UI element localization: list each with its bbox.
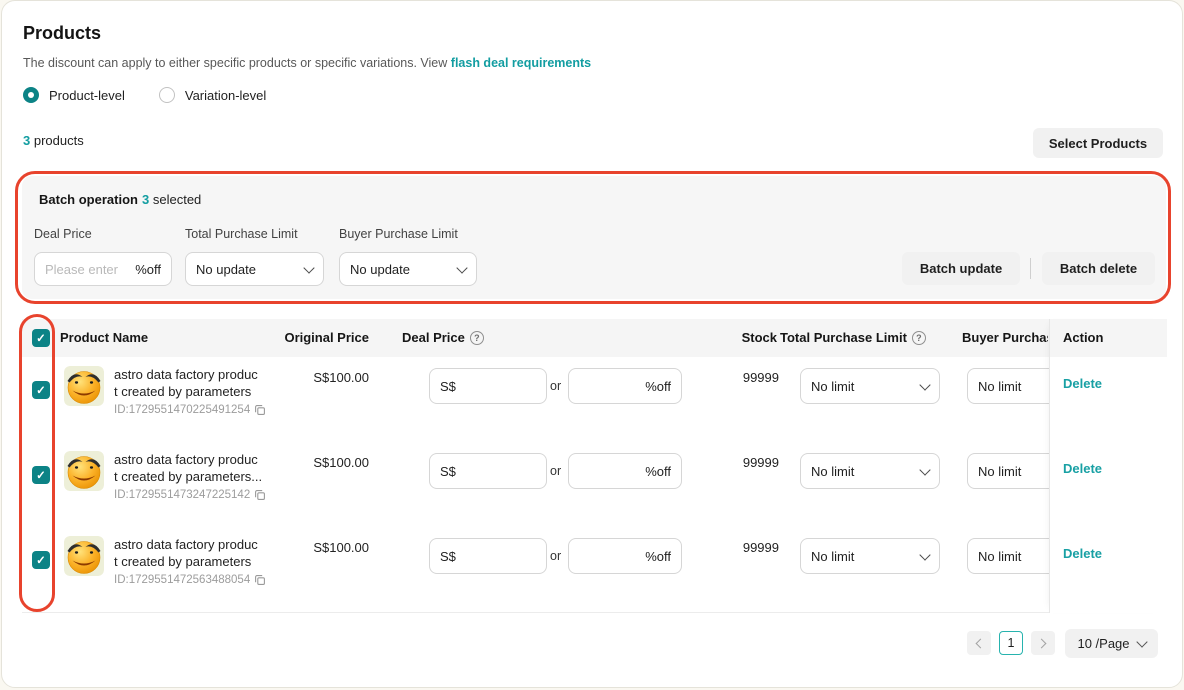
products-panel: Products The discount can apply to eithe…	[1, 0, 1183, 688]
batch-operation-title: Batch operation	[39, 192, 138, 207]
chevron-down-icon	[919, 464, 930, 475]
batch-deal-price-suffix: %off	[135, 262, 161, 277]
chevron-down-icon	[919, 379, 930, 390]
page-title: Products	[23, 23, 101, 44]
or-label: or	[550, 464, 561, 478]
product-level-radio[interactable]	[23, 87, 39, 103]
page-number-button[interactable]: 1	[999, 631, 1023, 655]
header-deal-price: Deal Price	[402, 330, 484, 345]
delete-row-button[interactable]: Delete	[1063, 461, 1102, 476]
flash-deal-requirements-link[interactable]: flash deal requirements	[451, 56, 591, 70]
deal-price-percent-input[interactable]	[579, 379, 641, 394]
help-icon[interactable]	[470, 331, 484, 345]
delete-row-button[interactable]: Delete	[1063, 546, 1102, 561]
action-column: Action Delete Delete Delete	[1049, 319, 1167, 613]
row-checkbox[interactable]	[32, 381, 50, 399]
original-price: S$100.00	[279, 455, 369, 470]
batch-deal-price-field: %off	[34, 252, 172, 286]
products-count-number: 3	[23, 133, 30, 148]
batch-delete-button[interactable]: Batch delete	[1042, 252, 1155, 285]
copy-icon[interactable]	[254, 404, 266, 416]
original-price: S$100.00	[279, 540, 369, 555]
deal-price-amount-field: S$	[429, 453, 547, 489]
level-toggle: Product-level Variation-level	[23, 87, 290, 103]
chevron-right-icon	[1037, 638, 1047, 648]
deal-price-percent-field: %off	[568, 368, 682, 404]
deal-price-percent-field: %off	[568, 538, 682, 574]
stock-value: 99999	[709, 540, 779, 555]
deal-price-percent-field: %off	[568, 453, 682, 489]
deal-price-percent-input[interactable]	[579, 464, 641, 479]
table-row: astro data factory produc t created by p…	[22, 527, 1166, 613]
product-level-label[interactable]: Product-level	[49, 88, 125, 103]
help-icon[interactable]	[912, 331, 926, 345]
table-row: astro data factory produc t created by p…	[22, 357, 1166, 443]
total-limit-select[interactable]: No limit	[800, 538, 940, 574]
original-price: S$100.00	[279, 370, 369, 385]
deal-price-amount-field: S$	[429, 368, 547, 404]
delete-row-button[interactable]: Delete	[1063, 376, 1102, 391]
header-total-purchase-limit: Total Purchase Limit	[780, 330, 926, 345]
header-stock: Stock	[717, 330, 777, 345]
deal-price-amount-input[interactable]	[460, 549, 536, 564]
product-image-emoji	[64, 451, 104, 491]
or-label: or	[550, 379, 561, 393]
batch-buyer-limit-select[interactable]: No update	[339, 252, 477, 286]
prev-page-button[interactable]	[967, 631, 991, 655]
divider	[1030, 258, 1031, 279]
deal-price-amount-input[interactable]	[460, 464, 536, 479]
total-limit-select[interactable]: No limit	[800, 368, 940, 404]
stock-value: 99999	[709, 455, 779, 470]
product-id: ID:1729551470225491254	[114, 404, 250, 416]
deal-price-percent-input[interactable]	[579, 549, 641, 564]
variation-level-radio[interactable]	[159, 87, 175, 103]
deal-price-amount-input[interactable]	[460, 379, 536, 394]
deal-price-label: Deal Price	[34, 227, 92, 241]
header-original-price: Original Price	[269, 330, 369, 345]
chevron-left-icon	[976, 638, 986, 648]
select-products-button[interactable]: Select Products	[1033, 128, 1163, 158]
product-image-emoji	[64, 366, 104, 406]
row-checkbox[interactable]	[32, 551, 50, 569]
row-checkbox[interactable]	[32, 466, 50, 484]
batch-update-button[interactable]: Batch update	[902, 252, 1020, 285]
total-purchase-limit-label: Total Purchase Limit	[185, 227, 298, 241]
header-product-name: Product Name	[60, 330, 148, 345]
batch-selected-count: 3 selected	[142, 192, 201, 207]
batch-operation-panel: Batch operation 3 selected Deal Price To…	[22, 176, 1166, 299]
chevron-down-icon	[303, 262, 314, 273]
batch-deal-price-input[interactable]	[45, 262, 131, 277]
product-id: ID:1729551473247225142	[114, 489, 250, 501]
chevron-down-icon	[1136, 636, 1147, 647]
page-size-select[interactable]: 10 /Page	[1065, 629, 1158, 658]
buyer-purchase-limit-label: Buyer Purchase Limit	[339, 227, 458, 241]
select-all-checkbox[interactable]	[32, 329, 50, 347]
batch-total-limit-select[interactable]: No update	[185, 252, 324, 286]
or-label: or	[550, 549, 561, 563]
total-limit-select[interactable]: No limit	[800, 453, 940, 489]
chevron-down-icon	[456, 262, 467, 273]
table-row: astro data factory produc t created by p…	[22, 442, 1166, 528]
next-page-button[interactable]	[1031, 631, 1055, 655]
table-header: Product Name Original Price Deal Price S…	[22, 319, 1166, 357]
copy-icon[interactable]	[254, 574, 266, 586]
header-buyer-purchase: Buyer Purchase	[962, 330, 1048, 345]
deal-price-amount-field: S$	[429, 538, 547, 574]
chevron-down-icon	[919, 549, 930, 560]
product-id: ID:1729551472563488054	[114, 574, 250, 586]
subtitle-text: The discount can apply to either specifi…	[23, 56, 447, 70]
header-action: Action	[1050, 319, 1167, 357]
product-image-emoji	[64, 536, 104, 576]
stock-value: 99999	[709, 370, 779, 385]
page-subtitle: The discount can apply to either specifi…	[23, 56, 591, 70]
variation-level-label[interactable]: Variation-level	[185, 88, 266, 103]
products-count-label: products	[34, 133, 84, 148]
products-count: 3 products	[23, 133, 84, 148]
copy-icon[interactable]	[254, 489, 266, 501]
